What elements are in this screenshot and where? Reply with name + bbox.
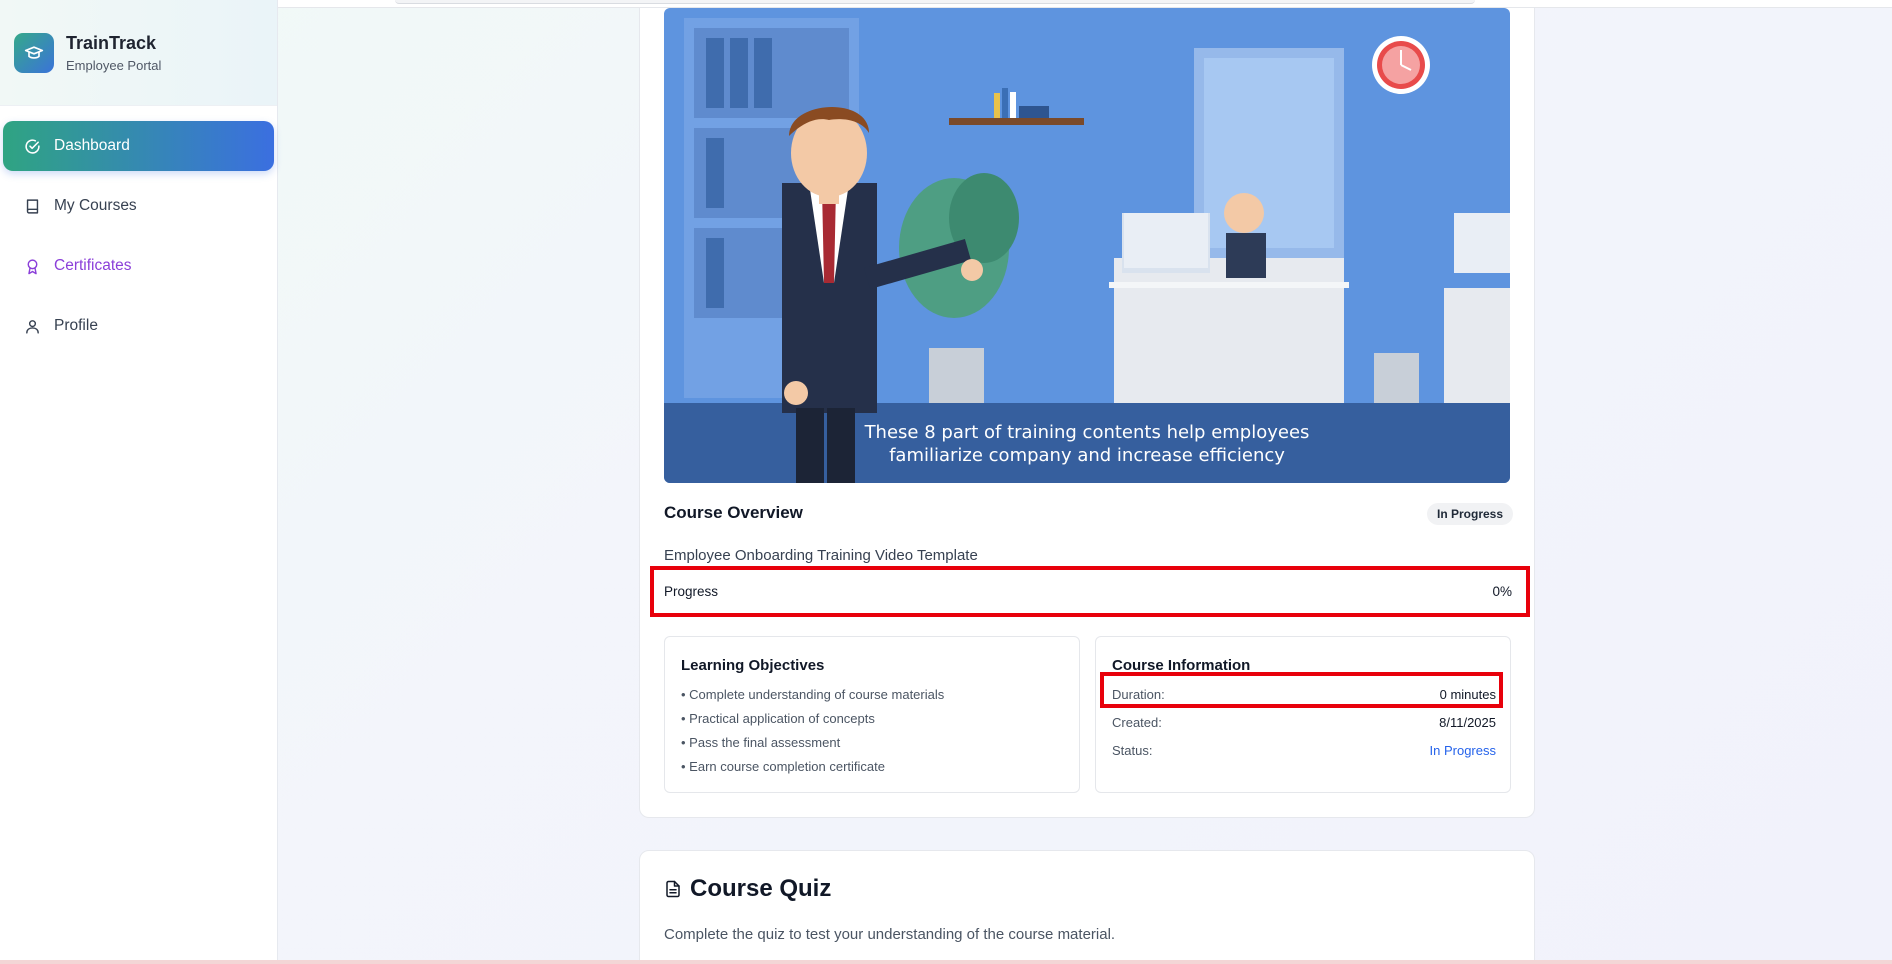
objectives-list: • Complete understanding of course mater… bbox=[681, 687, 944, 783]
bottom-edge bbox=[0, 960, 1892, 964]
course-video-player[interactable]: These 8 part of training contents help e… bbox=[664, 8, 1510, 483]
sidebar-item-certificates[interactable]: Certificates bbox=[3, 241, 274, 291]
learning-objectives-card: Learning Objectives • Complete understan… bbox=[664, 636, 1080, 793]
sidebar: TrainTrack Employee Portal Dashboard My … bbox=[0, 0, 278, 964]
sidebar-item-my-courses[interactable]: My Courses bbox=[3, 181, 274, 231]
sidebar-item-label: Profile bbox=[54, 317, 98, 334]
brand-title: TrainTrack bbox=[66, 32, 157, 53]
course-quiz-card bbox=[639, 850, 1535, 964]
info-value: 8/11/2025 bbox=[1439, 715, 1496, 730]
list-item: • Complete understanding of course mater… bbox=[681, 687, 945, 702]
sidebar-nav: Dashboard My Courses Certificates Profil… bbox=[0, 106, 277, 351]
status-badge: In Progress bbox=[1427, 503, 1514, 525]
check-circle-icon bbox=[22, 136, 42, 156]
progress-value: 0% bbox=[1492, 584, 1512, 599]
quiz-heading: Course Quiz bbox=[664, 875, 831, 903]
sidebar-item-profile[interactable]: Profile bbox=[3, 301, 274, 351]
award-icon bbox=[22, 256, 42, 276]
quiz-description: Complete the quiz to test your understan… bbox=[664, 926, 1116, 943]
course-information-card: Course Information Duration: 0 minutes C… bbox=[1095, 636, 1511, 793]
list-item: • Practical application of concepts bbox=[681, 711, 875, 726]
info-label: Status: bbox=[1112, 743, 1153, 758]
sidebar-item-label: Dashboard bbox=[54, 137, 130, 154]
sidebar-item-dashboard[interactable]: Dashboard bbox=[3, 121, 274, 171]
video-thumbnail-illustration: These 8 part of training contents help e… bbox=[664, 8, 1510, 483]
video-caption-line-2: familiarize company and increase efficie… bbox=[889, 445, 1285, 466]
learning-objectives-title: Learning Objectives bbox=[681, 657, 825, 674]
info-label: Created: bbox=[1112, 715, 1162, 730]
duration-highlight bbox=[1100, 672, 1503, 708]
info-value: In Progress bbox=[1429, 743, 1496, 758]
document-icon bbox=[664, 879, 682, 899]
course-name: Employee Onboarding Training Video Templ… bbox=[664, 547, 978, 564]
brand-header[interactable]: TrainTrack Employee Portal bbox=[0, 0, 277, 106]
list-item: • Pass the final assessment bbox=[681, 735, 841, 750]
book-icon bbox=[22, 196, 42, 216]
quiz-title: Course Quiz bbox=[690, 875, 832, 902]
graduation-cap-icon bbox=[14, 32, 54, 73]
info-row-status: Status: In Progress bbox=[1112, 743, 1496, 758]
progress-label: Progress bbox=[664, 584, 719, 599]
brand-subtitle: Employee Portal bbox=[66, 57, 162, 73]
top-bar-search-edge bbox=[395, 0, 1475, 4]
info-row-created: Created: 8/11/2025 bbox=[1112, 715, 1496, 730]
progress-row: Progress 0% bbox=[650, 566, 1530, 617]
list-item: • Earn course completion certificate bbox=[681, 759, 885, 774]
user-icon bbox=[22, 316, 42, 336]
sidebar-item-label: Certificates bbox=[54, 257, 132, 274]
sidebar-item-label: My Courses bbox=[54, 197, 137, 214]
course-overview-title: Course Overview bbox=[664, 503, 803, 522]
video-caption-line-1: These 8 part of training contents help e… bbox=[864, 422, 1310, 443]
